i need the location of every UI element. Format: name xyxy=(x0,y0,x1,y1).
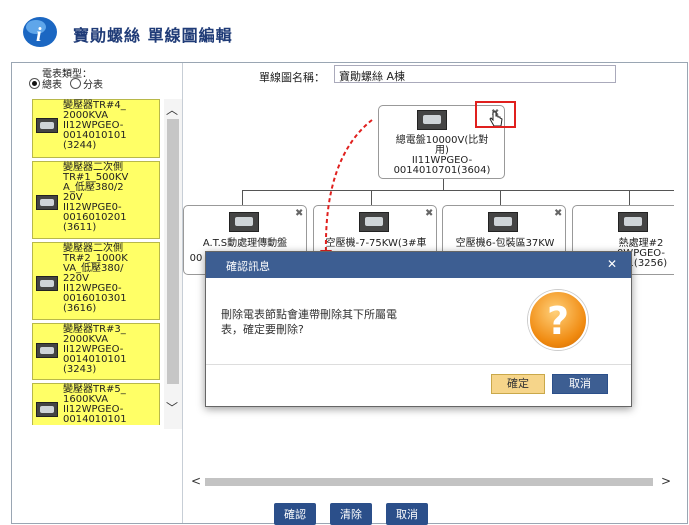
meter-icon xyxy=(36,402,58,417)
cancel-button[interactable]: 取消 xyxy=(386,503,428,525)
scroll-left-icon[interactable]: < xyxy=(191,474,201,488)
scrollbar-thumb[interactable] xyxy=(205,478,653,486)
dialog-title-bar: 確認訊息 ✕ xyxy=(206,252,631,278)
clear-button[interactable]: 清除 xyxy=(330,503,372,525)
svg-text:i: i xyxy=(36,24,42,46)
meter-icon xyxy=(36,343,58,358)
meter-item-text: 變壓器TR#3_ 2000KVA II12WPGEO- 0014010101 (… xyxy=(63,324,127,375)
meter-list-item[interactable]: 變壓器二次側 TR#2_1000K VA_低壓380/ 220V II12WPG… xyxy=(32,242,160,320)
radio-sub-meter-label: 分表 xyxy=(83,80,103,91)
meter-list-item[interactable]: 變壓器TR#4_ 2000KVA II12WPGEO- 0014010101 (… xyxy=(32,99,160,158)
dialog-close-icon[interactable]: ✕ xyxy=(607,257,617,271)
meter-type-radio-group: 總表 分表 xyxy=(29,76,109,91)
meter-item-text: 變壓器二次側 TR#1_500KV A_低壓380/2 20V II12WPGE… xyxy=(63,162,129,233)
dialog-ok-button[interactable]: 確定 xyxy=(491,374,545,394)
dialog-message: 刪除電表節點會連帶刪除其下所屬電 表，確定要刪除? xyxy=(221,308,397,336)
meter-list-item[interactable]: 變壓器TR#5_ 1600KVA II12WPGEO- 0014010101 xyxy=(32,383,160,425)
canvas-horizontal-scrollbar[interactable]: < > xyxy=(187,474,677,490)
meter-sidebar: 電表類型： 總表 分表 變壓器TR#4_ 2000KVA II12WPGEO- … xyxy=(12,63,183,523)
dialog-footer-divider xyxy=(206,364,631,365)
meter-item-text: 變壓器TR#5_ 1600KVA II12WPGEO- 0014010101 xyxy=(63,384,127,425)
confirm-dialog: 確認訊息 ✕ 刪除電表節點會連帶刪除其下所屬電 表，確定要刪除? ? 確定 取消 xyxy=(205,251,632,407)
meter-list-item[interactable]: 變壓器TR#3_ 2000KVA II12WPGEO- 0014010101 (… xyxy=(32,323,160,380)
highlight-box xyxy=(475,101,516,128)
meter-item-text: 變壓器二次側 TR#2_1000K VA_低壓380/ 220V II12WPG… xyxy=(63,243,128,314)
meter-icon xyxy=(36,118,58,133)
meter-item-text: 變壓器TR#4_ 2000KVA II12WPGEO- 0014010101 (… xyxy=(63,100,127,151)
bottom-toolbar: 確認 清除 取消 xyxy=(274,503,428,525)
meter-list: 變壓器TR#4_ 2000KVA II12WPGEO- 0014010101 (… xyxy=(32,99,160,425)
meter-icon xyxy=(36,276,58,291)
scroll-right-icon[interactable]: > xyxy=(661,474,671,488)
radio-sub-meter[interactable] xyxy=(70,78,81,89)
dialog-cancel-button[interactable]: 取消 xyxy=(552,374,608,394)
dialog-title: 確認訊息 xyxy=(226,260,270,273)
meter-icon xyxy=(36,195,58,210)
question-icon: ? xyxy=(528,290,588,350)
app-logo-icon: i xyxy=(23,17,57,47)
radio-main-meter-label: 總表 xyxy=(42,80,62,91)
radio-main-meter[interactable] xyxy=(29,78,40,89)
meter-list-item[interactable]: 變壓器二次側 TR#1_500KV A_低壓380/2 20V II12WPGE… xyxy=(32,161,160,239)
confirm-button[interactable]: 確認 xyxy=(274,503,316,525)
